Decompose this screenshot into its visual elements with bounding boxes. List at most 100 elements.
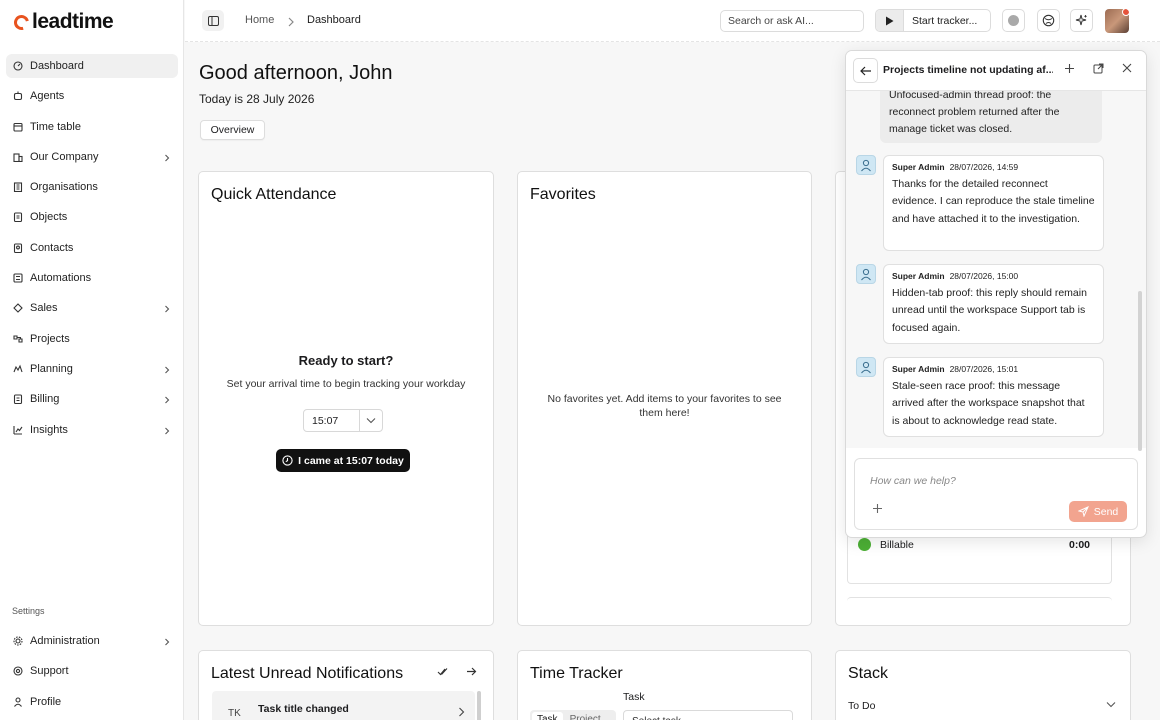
ai-assistant-button[interactable] [1070, 9, 1093, 32]
sidebar-item-insights[interactable]: Insights [6, 418, 178, 442]
dashboard-icon [13, 61, 23, 71]
task-select[interactable]: Select task [623, 710, 793, 720]
agent-avatar-icon [856, 264, 876, 284]
sidebar-item-billing[interactable]: Billing [6, 387, 178, 411]
send-button[interactable]: Send [1069, 501, 1127, 522]
notification-initials: TK [228, 708, 241, 719]
message-meta: Super Admin 28/07/2026, 14:59 [892, 162, 1095, 172]
chevron-right-icon [163, 637, 171, 646]
chat-input-placeholder: How can we help? [870, 475, 956, 487]
chevron-right-icon [163, 304, 171, 313]
search-input[interactable]: Search or ask AI... [720, 10, 864, 32]
sidebar-item-label: Sales [30, 302, 58, 315]
notifications-card: Latest Unread Notifications TK Task titl… [198, 650, 494, 720]
time-tracker-title: Time Tracker [530, 665, 623, 682]
chevron-down-icon[interactable] [1106, 701, 1116, 708]
sidebar-item-agents[interactable]: Agents [6, 84, 178, 108]
plus-icon[interactable] [1064, 63, 1075, 74]
notifications-button[interactable] [1037, 9, 1060, 32]
logo[interactable]: leadtime [11, 10, 114, 34]
sidebar-item-planning[interactable]: Planning [6, 357, 178, 381]
planning-icon [13, 364, 23, 374]
chevron-right-icon [163, 426, 171, 434]
sidebar-item-automations[interactable]: Automations [6, 266, 178, 290]
sidebar-item-contacts[interactable]: Contacts [6, 236, 178, 260]
sidebar-bottom-nav: Administration Support Profile [6, 629, 178, 720]
logo-text: leadtime [32, 10, 114, 33]
attendance-hint: Set your arrival time to begin tracking … [226, 378, 466, 390]
agents-icon [13, 91, 23, 101]
sidebar-item-sales[interactable]: Sales [6, 296, 178, 320]
mark-all-read-icon[interactable] [437, 666, 448, 677]
send-icon [1077, 506, 1089, 517]
status-button[interactable] [1002, 9, 1025, 32]
logo-mark-icon [11, 11, 32, 33]
arrival-time-select[interactable]: 15:07 [303, 409, 383, 432]
segment-project[interactable]: Project [565, 712, 606, 720]
attach-plus-icon[interactable] [872, 503, 883, 514]
send-label: Send [1093, 505, 1119, 518]
billable-label: Billable [880, 538, 914, 551]
arrow-left-icon [859, 66, 871, 75]
sidebar-item-label: Time table [30, 120, 81, 133]
sidebar-toggle-button[interactable] [202, 10, 224, 31]
tab-overview[interactable]: Overview [200, 120, 265, 140]
divider [847, 597, 1112, 601]
profile-icon [13, 697, 23, 707]
play-icon [876, 10, 904, 31]
sidebar-item-organisations[interactable]: Organisations [6, 175, 178, 199]
sidebar-item-label: Administration [30, 635, 100, 647]
sparkle-icon [1075, 14, 1087, 26]
agent-avatar-icon [856, 357, 876, 377]
support-chat-panel: Projects timeline not updating af... Unf… [845, 50, 1147, 538]
message-time: 28/07/2026, 15:01 [949, 364, 1019, 374]
sidebar-item-dashboard[interactable]: Dashboard [6, 54, 178, 78]
came-at-label: I came at 15:07 today [298, 454, 404, 467]
company-icon [13, 152, 23, 162]
chevron-down-icon[interactable] [359, 410, 382, 431]
clock-icon [282, 455, 293, 466]
page-greeting: Good afternoon, John [199, 62, 393, 84]
sidebar-item-label: Planning [30, 362, 73, 375]
arrival-time-value: 15:07 [312, 414, 339, 427]
segment-task[interactable]: Task [532, 712, 563, 720]
billable-dot-icon [858, 538, 871, 551]
sidebar-item-administration[interactable]: Administration [6, 629, 178, 653]
sidebar-item-label: Automations [30, 272, 92, 285]
user-avatar[interactable] [1105, 9, 1129, 33]
chat-scrollbar[interactable] [1138, 291, 1142, 451]
chevron-right-icon [163, 153, 171, 162]
sidebar-item-projects[interactable]: Projects [6, 327, 178, 351]
arrow-right-icon[interactable] [466, 666, 477, 677]
sidebar-item-label: Projects [30, 332, 70, 345]
sidebar-item-support[interactable]: Support [6, 659, 178, 683]
sidebar-item-profile[interactable]: Profile [6, 690, 178, 714]
message-bubble: Super Admin 28/07/2026, 15:00 Hidden-tab … [883, 264, 1104, 344]
breadcrumb-separator-icon [287, 14, 295, 32]
chat-messages: Unfocused-admin thread proof: the reconn… [846, 91, 1146, 448]
quick-attendance-card: Quick Attendance Ready to start? Set you… [198, 171, 494, 626]
came-at-button[interactable]: I came at 15:07 today [276, 449, 410, 472]
start-tracker-label: Start tracker... [912, 14, 978, 27]
breadcrumb-home[interactable]: Home [245, 14, 274, 26]
chat-title: Projects timeline not updating af... [883, 64, 1053, 76]
sidebar-item-label: Objects [30, 211, 68, 224]
notification-row[interactable]: TK Task title changed [212, 691, 475, 720]
projects-icon [13, 334, 23, 344]
sidebar-item-objects[interactable]: Objects [6, 205, 178, 229]
back-button[interactable] [853, 58, 878, 83]
close-icon[interactable] [1122, 63, 1132, 73]
notifications-scrollbar[interactable] [477, 691, 481, 720]
open-external-icon[interactable] [1093, 63, 1104, 74]
sidebar-item-our-company[interactable]: Our Company [6, 145, 178, 169]
notifications-title: Latest Unread Notifications [211, 665, 404, 682]
status-dot-icon [1008, 15, 1019, 26]
stack-todo-label[interactable]: To Do [848, 700, 875, 712]
today-date: Today is 28 July 2026 [199, 92, 315, 106]
start-tracker-button[interactable]: Start tracker... [875, 9, 991, 32]
sidebar-item-time-table[interactable]: Time table [6, 115, 178, 139]
topbar: Home Dashboard Search or ask AI... Start… [185, 0, 1160, 42]
chat-input[interactable]: How can we help? Send [854, 458, 1138, 530]
sidebar-item-label: Profile [30, 695, 62, 708]
sidebar-item-label: Agents [30, 90, 65, 103]
